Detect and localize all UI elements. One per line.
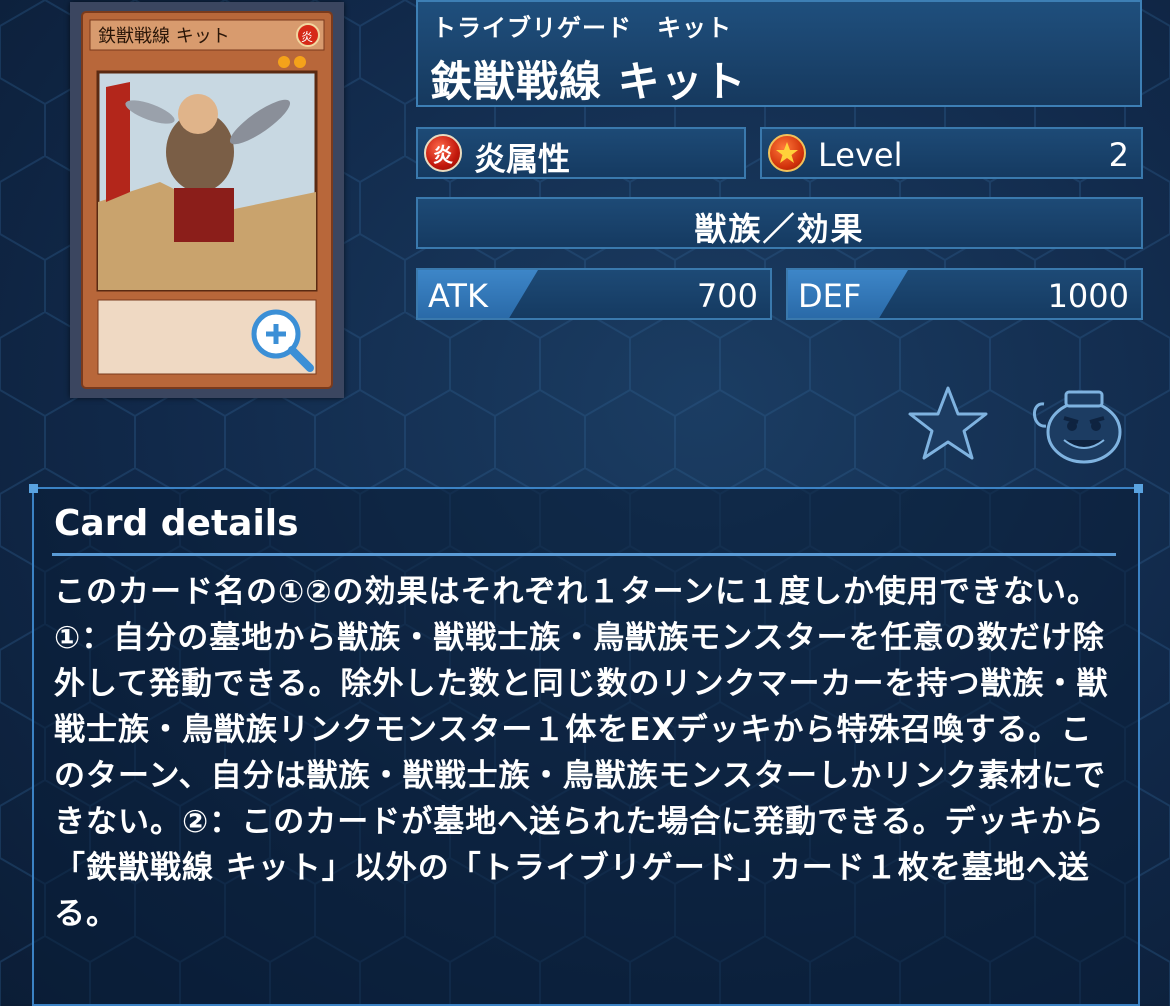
thumbnail-title: 鉄獣戦線 キット [98, 26, 230, 47]
def-value: 1000 [1047, 277, 1129, 315]
panel-corner [1134, 484, 1143, 493]
details-title: Card details [54, 503, 299, 544]
attribute-box: 炎 炎属性 [416, 127, 746, 179]
atk-box: ATK 700 [416, 268, 772, 320]
card-name-panel: トライブリゲード キット 鉄獣戦線 キット [416, 0, 1142, 107]
level-label: Level [818, 136, 903, 174]
card-name: 鉄獣戦線 キット [430, 57, 747, 106]
card-image[interactable]: 鉄獣戦線 キット 炎 [70, 2, 344, 398]
card-effect-text: このカード名の①②の効果はそれぞれ１ターンに１度しか使用できない。①：自分の墓地… [54, 574, 1109, 932]
def-box: DEF 1000 [786, 268, 1143, 320]
def-label: DEF [798, 277, 862, 315]
level-box: Level 2 [760, 127, 1143, 179]
atk-value: 700 [696, 277, 758, 315]
favorite-button[interactable] [906, 384, 990, 464]
attribute-label: 炎属性 [474, 140, 571, 178]
type-line: 獣族／効果 [694, 210, 865, 248]
fire-attribute-icon: 炎 [424, 134, 462, 172]
star-icon [908, 386, 988, 460]
level-value: 2 [1108, 136, 1129, 174]
level-star-icon [768, 134, 806, 172]
panel-corner [29, 484, 38, 493]
type-box: 獣族／効果 [416, 197, 1143, 249]
details-divider [52, 553, 1116, 556]
thumbnail-attr: 炎 [301, 30, 313, 44]
card-name-ruby: トライブリゲード キット [432, 14, 732, 42]
pot-of-greed-icon [1033, 390, 1122, 464]
pot-button[interactable] [1028, 384, 1126, 466]
card-details-panel: Card details このカード名の①②の効果はそれぞれ１ターンに１度しか使… [29, 484, 1143, 1006]
atk-label: ATK [428, 277, 488, 315]
